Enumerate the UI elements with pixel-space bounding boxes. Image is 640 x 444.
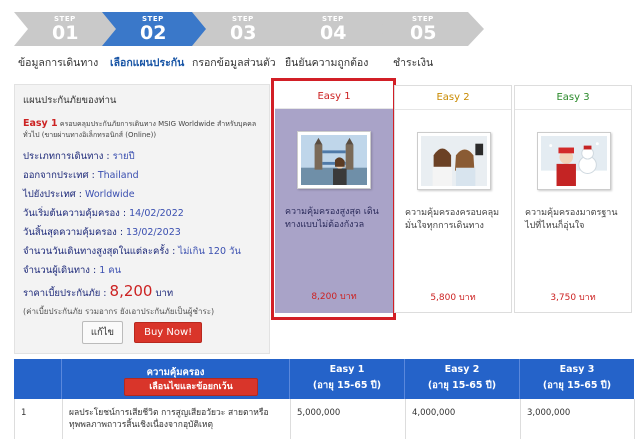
price-amount: 8,200 [109, 282, 153, 300]
summary-price-row: ราคาเบี้ยประกันภัย : 8,200 บาท [23, 282, 261, 301]
summary-buttons: แก้ไข Buy Now! [15, 321, 269, 344]
row-value-easy-3: 3,000,000 [521, 399, 635, 439]
edit-button[interactable]: แก้ไข [81, 321, 123, 344]
snow-photo [537, 132, 611, 190]
price-unit: บาท [152, 288, 174, 299]
summary-row-start-date: วันเริ่มต้นความคุ้มครอง : 14/02/2022 [23, 206, 261, 221]
row-value-easy-1: 5,000,000 [291, 399, 406, 439]
step-4-number: 04 [320, 22, 347, 44]
row-label: จำนวนวันเดินทางสูงสุดในแต่ละครั้ง : [23, 246, 179, 257]
terms-and-exclusions-button[interactable]: เลือนไขและข้อยกเว้น [124, 378, 258, 396]
plan-age: (อายุ 15-65 ปี) [427, 380, 497, 391]
row-label: วันเริ่มต้นความคุ้มครอง : [23, 208, 130, 219]
table-header: ความคุ้มครอง เลือนไขและข้อยกเว้น Easy 1 … [14, 359, 634, 399]
row-label: ไปยังประเทศ : [23, 189, 86, 200]
card-price: 5,800 บาท [430, 293, 476, 303]
step-2-number: 02 [140, 22, 167, 44]
header-plan-easy-3: Easy 3 (อายุ 15-65 ปี) [520, 359, 634, 399]
summary-row-travelers: จำนวนผู้เดินทาง : 1 คน [23, 263, 261, 278]
row-value: ไม่เกิน 120 วัน [178, 246, 241, 257]
step-3-number: 03 [230, 22, 257, 44]
coverage-table: ความคุ้มครอง เลือนไขและข้อยกเว้น Easy 1 … [14, 359, 635, 439]
header-plan-easy-1: Easy 1 (อายุ 15-65 ปี) [290, 359, 405, 399]
row-value: Thailand [97, 170, 139, 181]
selfie-photo [417, 132, 491, 190]
row-label: ประเภทการเดินทาง : [23, 151, 113, 162]
summary-plan-line: Easy 1 ครอบคลุมประกันภัยการเดินทาง MSIG … [23, 118, 261, 141]
plan-card-easy-3[interactable]: Easy 3 ความคุ้มครองมาตรฐาน ไปที่ไหนก็อุ่… [514, 85, 632, 313]
row-value-easy-2: 4,000,000 [406, 399, 521, 439]
card-title: Easy 3 [515, 86, 631, 110]
step-2-label: เลือกแผนประกัน [110, 57, 185, 69]
selected-card-highlight [271, 78, 396, 320]
row-value: 1 คน [99, 265, 122, 276]
row-value: Worldwide [85, 189, 135, 200]
step-1-number: 01 [52, 22, 79, 44]
step-5-label: ชำระเงิน [393, 57, 434, 69]
step-5-number: 05 [410, 22, 437, 44]
row-label: วันสิ้นสุดความคุ้มครอง : [23, 227, 127, 238]
row-value: 14/02/2022 [129, 208, 184, 219]
step-3-label: กรอกข้อมูลส่วนตัว [192, 57, 276, 69]
card-price: 3,750 บาท [550, 293, 596, 303]
row-label: ออกจากประเทศ : [23, 170, 98, 181]
step-5: STEP 05 [372, 12, 486, 46]
row-description: ผลประโยชน์การเสียชีวิต การสูญเสียอวัยวะ … [63, 399, 291, 439]
row-number: 1 [15, 399, 63, 439]
step-4-label: ยืนยันความถูกต้อง [285, 57, 369, 69]
card-description: ความคุ้มครองครอบคลุม มั่นใจทุกการเดินทาง [405, 208, 500, 231]
plan-age: (อายุ 15-65 ปี) [542, 380, 612, 391]
row-label: จำนวนผู้เดินทาง : [23, 265, 100, 276]
header-coverage-cell: ความคุ้มครอง เลือนไขและข้อยกเว้น [62, 359, 290, 399]
plan-card-easy-2[interactable]: Easy 2 ความคุ้มครองครอบคลุม มั่นใจทุกการ… [394, 85, 512, 313]
table-row: 1 ผลประโยชน์การเสียชีวิต การสูญเสียอวัยว… [14, 399, 635, 439]
step-1-label: ข้อมูลการเดินทาง [18, 57, 99, 69]
row-value: 13/02/2023 [126, 227, 181, 238]
plan-name: Easy 3 [559, 364, 595, 375]
plan-name: Easy 1 [329, 364, 365, 375]
buy-now-button[interactable]: Buy Now! [134, 322, 203, 343]
card-description: ความคุ้มครองมาตรฐาน ไปที่ไหนก็อุ่นใจ [525, 208, 618, 231]
summary-title: แผนประกันภัยของท่าน [23, 95, 117, 106]
summary-row-max-days: จำนวนวันเดินทางสูงสุดในแต่ละครั้ง : ไม่เ… [23, 244, 261, 259]
header-plan-easy-2: Easy 2 (อายุ 15-65 ปี) [405, 359, 520, 399]
card-title: Easy 2 [395, 86, 511, 110]
summary-row-end-date: วันสิ้นสุดความคุ้มครอง : 13/02/2023 [23, 225, 261, 240]
summary-row-origin: ออกจากประเทศ : Thailand [23, 168, 261, 183]
summary-row-destination: ไปยังประเทศ : Worldwide [23, 187, 261, 202]
summary-plan-name: Easy 1 [23, 118, 58, 129]
plan-summary-panel: แผนประกันภัยของท่าน Easy 1 ครอบคลุมประกั… [14, 84, 270, 354]
plan-age: (อายุ 15-65 ปี) [312, 380, 382, 391]
price-note: (ค่าเบี้ยประกันภัย รวมอากร ยังเอาประกันภ… [23, 307, 215, 316]
progress-stepper: STEP 01 STEP 02 STEP 03 STEP 04 STEP 05 … [0, 0, 640, 72]
summary-plan-desc: ครอบคลุมประกันภัยการเดินทาง MSIG Worldwi… [23, 120, 257, 139]
price-label: ราคาเบี้ยประกันภัย : [23, 288, 110, 299]
summary-row-trip-type: ประเภทการเดินทาง : รายปี [23, 149, 261, 164]
row-value: รายปี [112, 151, 135, 162]
plan-name: Easy 2 [444, 364, 480, 375]
header-no-cell [14, 359, 62, 399]
